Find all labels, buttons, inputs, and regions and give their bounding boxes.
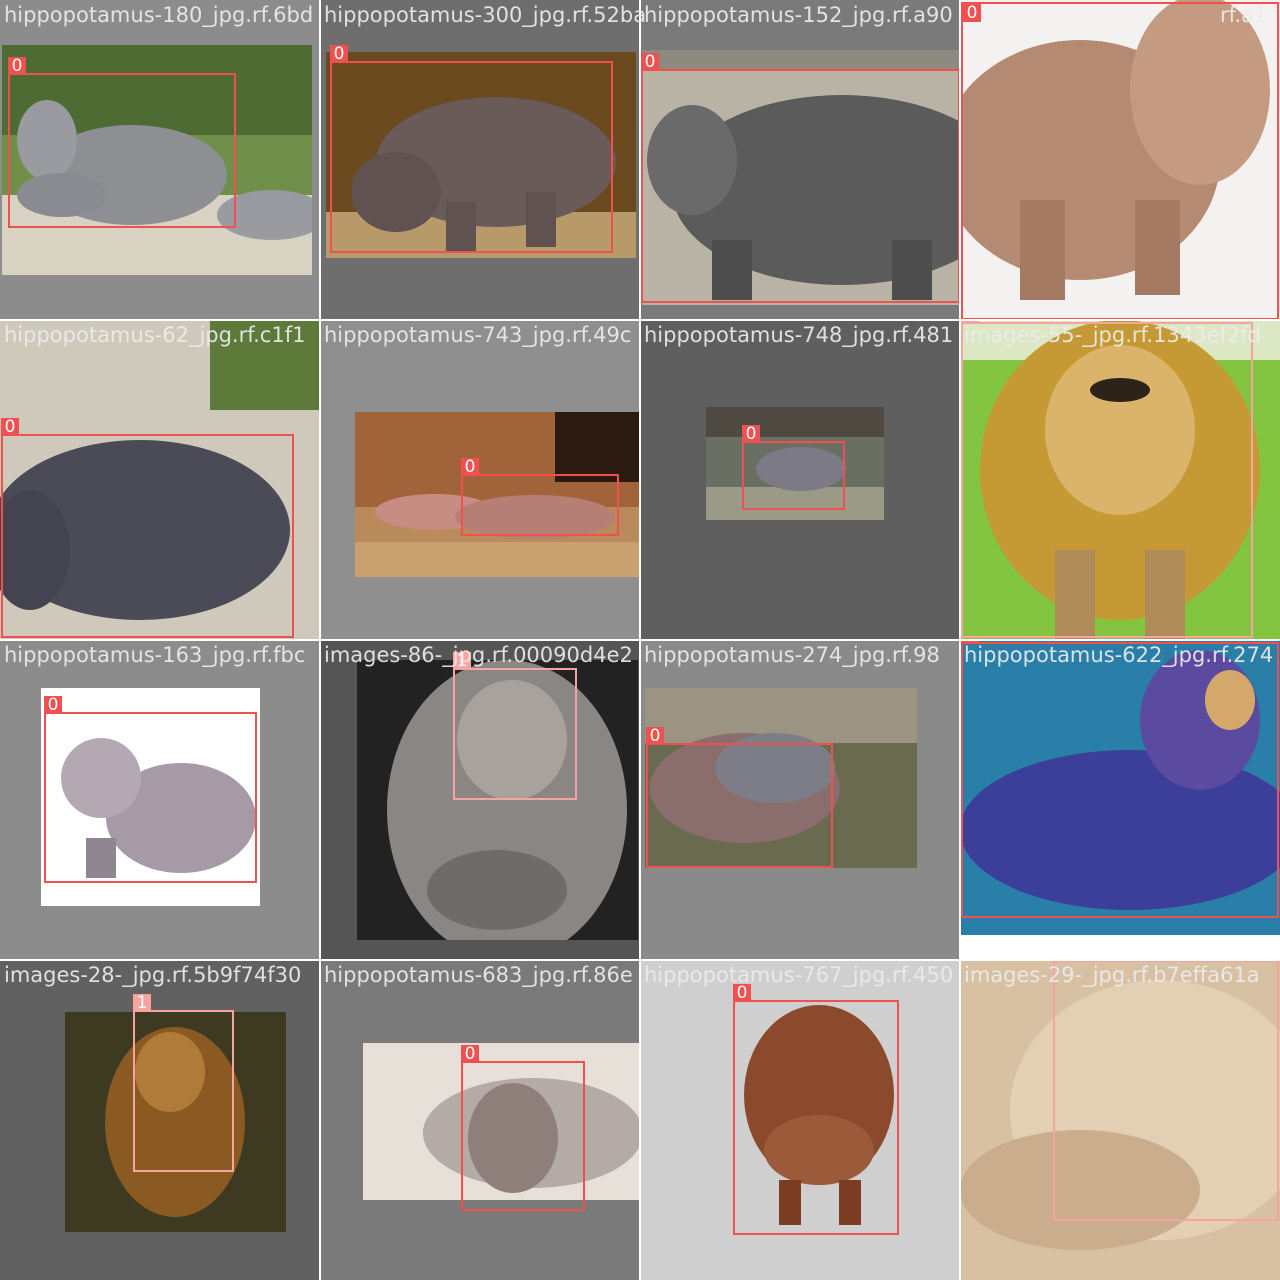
filename-label: hippopotamus-152_jpg.rf.a90 bbox=[644, 3, 953, 27]
tile-6: 0 bbox=[320, 320, 640, 640]
filename-label: rf.a1 bbox=[1220, 3, 1268, 27]
tile-13: 1 bbox=[0, 960, 320, 1280]
filename-label: hippopotamus-622_jpg.rf.274 bbox=[964, 643, 1274, 667]
filename-label: hippopotamus-180_jpg.rf.6bd bbox=[4, 3, 314, 27]
bounding-box: 1 bbox=[1053, 960, 1279, 1221]
filename-label: images-55-_jpg.rf.1343ef2fd bbox=[964, 323, 1261, 347]
tile-8: 1 bbox=[960, 320, 1280, 640]
bounding-box: 0 bbox=[44, 696, 257, 883]
tile-14: 0 bbox=[320, 960, 640, 1280]
class-label: 1 bbox=[133, 994, 151, 1012]
class-label: 0 bbox=[44, 696, 62, 714]
tile-12: 0 bbox=[960, 640, 1280, 960]
bounding-box: 0 bbox=[961, 640, 1279, 918]
filename-label: hippopotamus-62_jpg.rf.c1f1 bbox=[4, 323, 306, 347]
tile-10: 1 bbox=[320, 640, 640, 960]
bounding-box: 0 bbox=[1, 418, 294, 638]
bounding-box: 0 bbox=[641, 53, 960, 303]
grid-line-h3 bbox=[0, 959, 1280, 961]
grid-line-h2 bbox=[0, 639, 1280, 641]
tile-7: 0 bbox=[640, 320, 960, 640]
tile-3: 0 bbox=[640, 0, 960, 320]
mosaic-grid: 0 0 0 0 0 0 0 0 1 0 1 0 0 hippopotamus-1… bbox=[0, 0, 1280, 1280]
bounding-box: 0 bbox=[733, 984, 899, 1235]
class-label: 0 bbox=[742, 425, 760, 443]
class-label: 0 bbox=[1, 418, 19, 436]
class-label: 0 bbox=[641, 53, 659, 71]
tile-15: 0 bbox=[640, 960, 960, 1280]
class-label: 0 bbox=[8, 57, 26, 75]
class-label: 0 bbox=[646, 727, 664, 745]
bounding-box: 0 bbox=[646, 727, 833, 868]
bounding-box: 0 bbox=[330, 45, 613, 253]
filename-label: hippopotamus-743_jpg.rf.49c bbox=[324, 323, 632, 347]
filename-label: hippopotamus-683_jpg.rf.86e bbox=[324, 963, 633, 987]
grid-line-h1 bbox=[0, 319, 1280, 321]
class-label: 0 bbox=[461, 1045, 479, 1063]
filename-label: hippopotamus-748_jpg.rf.481 bbox=[644, 323, 954, 347]
bounding-box: 0 bbox=[8, 57, 236, 228]
tile-16: 1 bbox=[960, 960, 1280, 1280]
bounding-box: 0 bbox=[961, 2, 1279, 320]
tile-9: 0 bbox=[0, 640, 320, 960]
class-label: 0 bbox=[963, 4, 981, 22]
bounding-box: 1 bbox=[453, 652, 577, 800]
bounding-box: 0 bbox=[742, 425, 845, 510]
bounding-box: 1 bbox=[961, 320, 1253, 638]
tile-11: 0 bbox=[640, 640, 960, 960]
filename-label: hippopotamus-274_jpg.rf.98 bbox=[644, 643, 940, 667]
filename-label: hippopotamus-767_jpg.rf.450 bbox=[644, 963, 954, 987]
tile-1: 0 bbox=[0, 0, 320, 320]
filename-label: hippopotamus-300_jpg.rf.52ba bbox=[324, 3, 647, 27]
class-label: 0 bbox=[461, 458, 479, 476]
filename-label: images-29-_jpg.rf.b7effa61a bbox=[964, 963, 1260, 987]
filename-label: images-28-_jpg.rf.5b9f74f30 bbox=[4, 963, 302, 987]
bounding-box: 0 bbox=[461, 458, 619, 536]
bounding-box: 0 bbox=[461, 1045, 585, 1211]
filename-label: images-86-_jpg.rf.00090d4e2 bbox=[324, 643, 633, 667]
tile-2: 0 bbox=[320, 0, 640, 320]
tile-5: 0 bbox=[0, 320, 320, 640]
tile-4: 0 bbox=[960, 0, 1280, 320]
filename-label: hippopotamus-163_jpg.rf.fbc bbox=[4, 643, 306, 667]
bounding-box: 1 bbox=[133, 994, 234, 1172]
class-label: 0 bbox=[330, 45, 348, 63]
